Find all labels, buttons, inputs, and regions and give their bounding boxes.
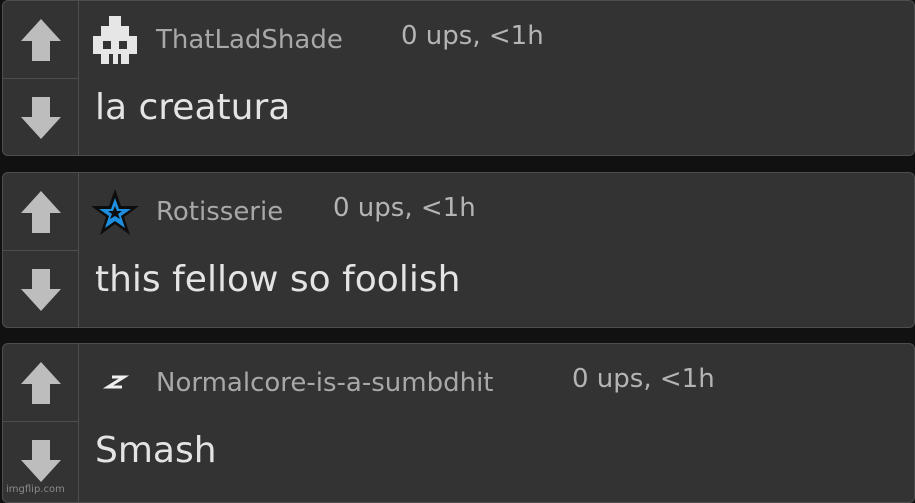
upvote-button[interactable] xyxy=(3,344,78,422)
vote-column xyxy=(3,173,79,327)
vote-column xyxy=(3,1,79,155)
downvote-button[interactable] xyxy=(3,251,78,327)
blue-star-icon[interactable] xyxy=(90,186,140,240)
upvote-button[interactable] xyxy=(3,173,78,251)
arrow-down-icon xyxy=(20,268,61,311)
comment-card: Normalcore-is-a-sumbdhit 0 ups, <1h Smas… xyxy=(2,343,915,503)
comment-body: Rotisserie 0 ups, <1h this fellow so foo… xyxy=(79,173,914,327)
username-link[interactable]: Normalcore-is-a-sumbdhit xyxy=(156,368,494,398)
username-link[interactable]: ThatLadShade xyxy=(156,25,343,55)
comment-text: la creatura xyxy=(95,87,291,128)
lightning-icon[interactable] xyxy=(90,357,140,411)
comment-text: this fellow so foolish xyxy=(95,259,461,300)
imgflip-watermark: imgflip.com xyxy=(6,484,65,495)
downvote-button[interactable] xyxy=(3,79,78,155)
vote-time-meta: 0 ups, <1h xyxy=(572,364,715,394)
comment-card: ThatLadShade 0 ups, <1h la creatura xyxy=(2,0,915,156)
comment-body: ThatLadShade 0 ups, <1h la creatura xyxy=(79,1,914,155)
comment-body: Normalcore-is-a-sumbdhit 0 ups, <1h Smas… xyxy=(79,344,914,502)
username-link[interactable]: Rotisserie xyxy=(156,197,283,227)
vote-time-meta: 0 ups, <1h xyxy=(401,21,544,51)
vote-column xyxy=(3,344,79,502)
arrow-down-icon xyxy=(20,96,61,139)
upvote-button[interactable] xyxy=(3,1,78,79)
vote-time-meta: 0 ups, <1h xyxy=(333,193,476,223)
pixel-ghost-icon[interactable] xyxy=(90,14,140,68)
arrow-up-icon xyxy=(20,361,61,404)
comment-text: Smash xyxy=(95,430,217,471)
arrow-up-icon xyxy=(20,18,61,61)
arrow-down-icon xyxy=(20,439,61,482)
comment-card: Rotisserie 0 ups, <1h this fellow so foo… xyxy=(2,172,915,328)
arrow-up-icon xyxy=(20,190,61,233)
